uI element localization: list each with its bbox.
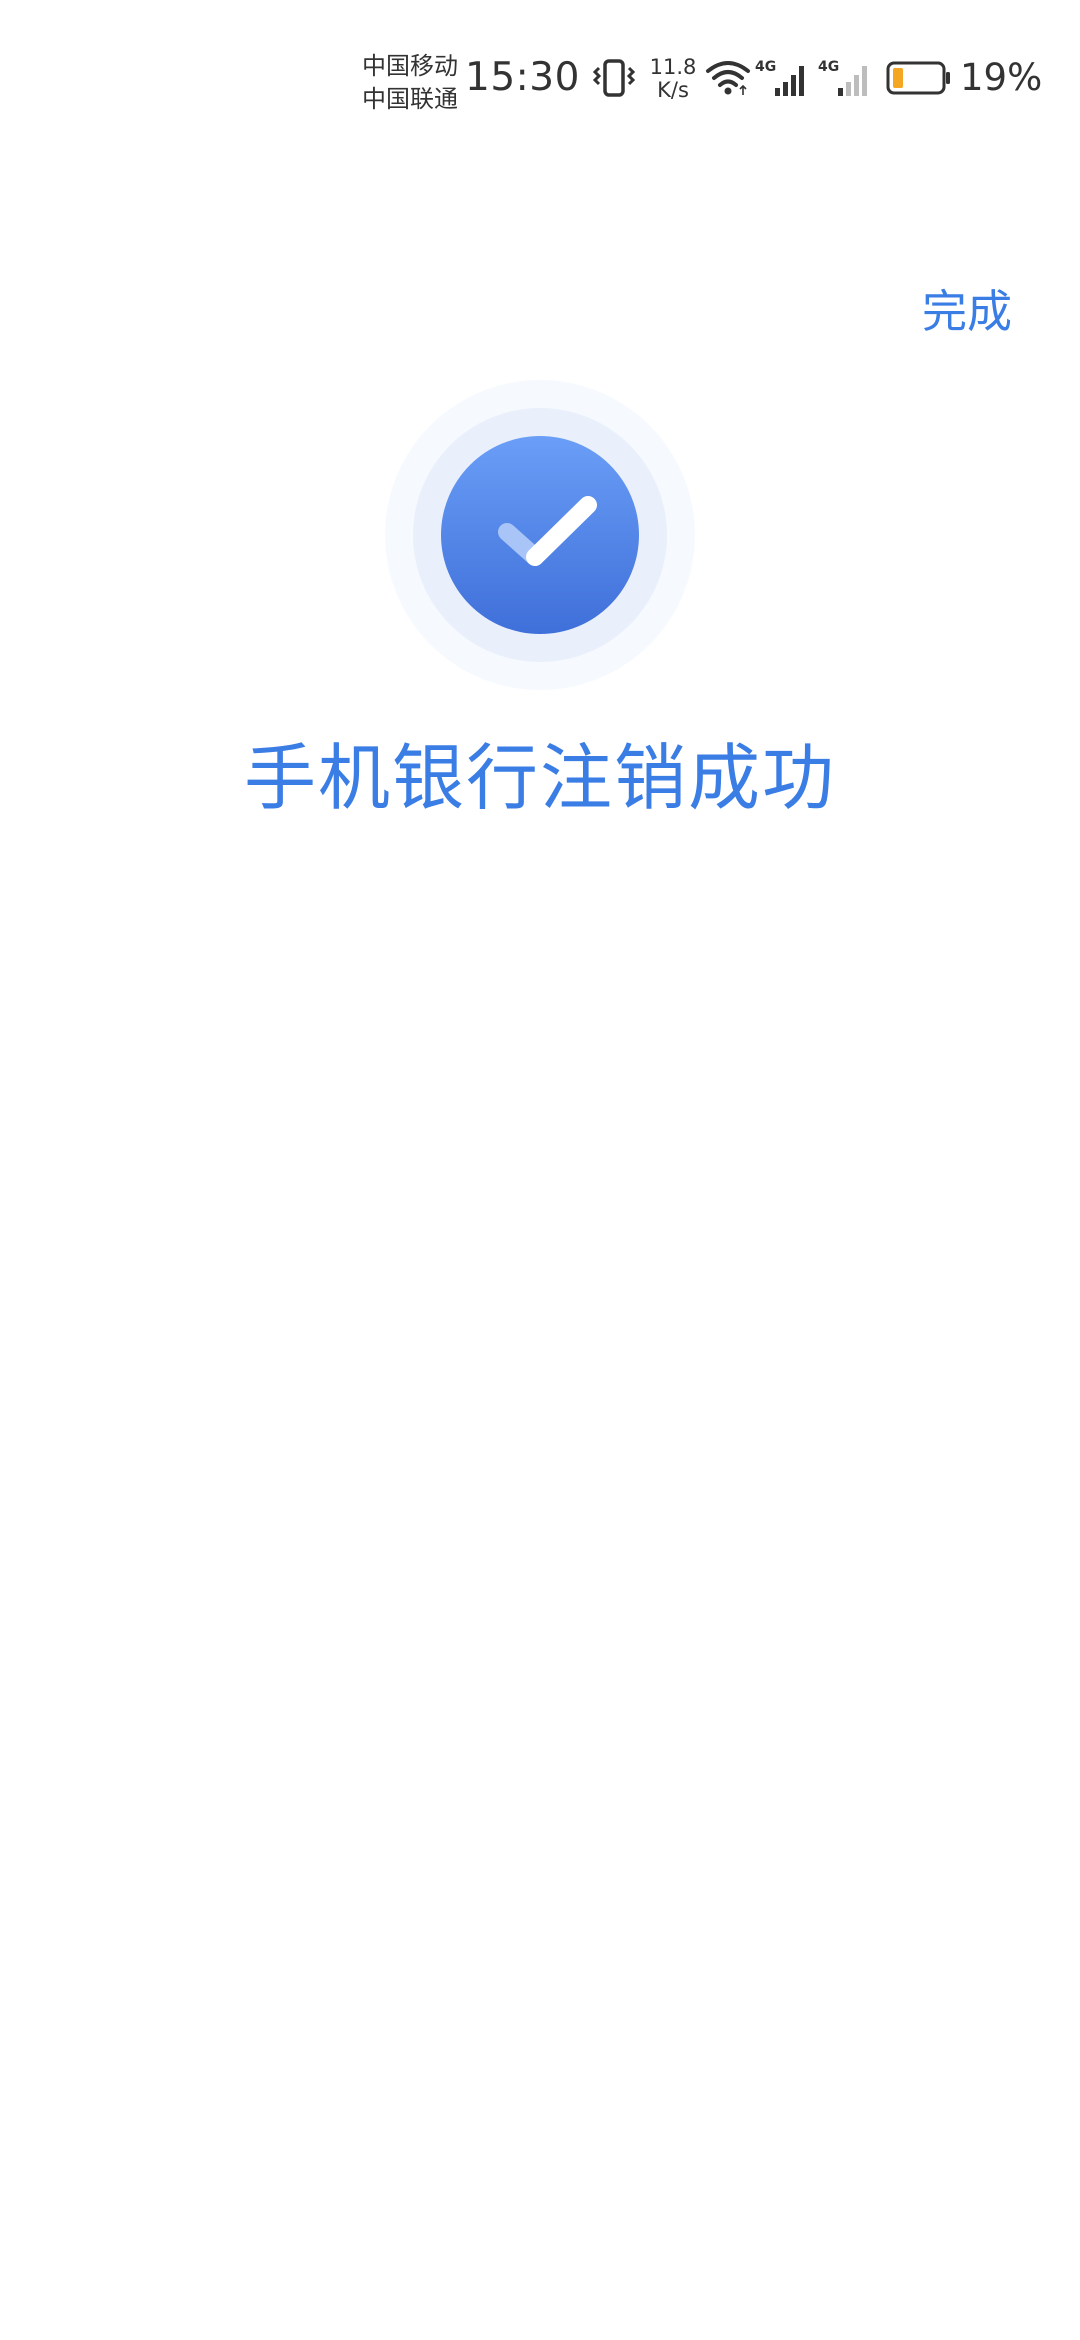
network-speed: 11.8 K/s xyxy=(645,56,701,102)
carrier-names: 中国移动 中国联通 xyxy=(362,50,472,116)
network-speed-value: 11.8 xyxy=(649,55,697,79)
cellular-signal-icon: 4G xyxy=(755,59,804,96)
status-time: 15:30 xyxy=(465,55,580,100)
network-speed-unit: K/s xyxy=(657,78,689,102)
signal-2-label: 4G xyxy=(818,59,839,75)
signal-1-label: 4G xyxy=(755,59,776,75)
success-badge xyxy=(441,436,639,634)
wifi-icon xyxy=(706,61,750,95)
carrier-2: 中国联通 xyxy=(362,85,458,113)
battery-icon xyxy=(886,61,950,95)
check-circle-icon xyxy=(385,380,695,690)
done-button[interactable]: 完成 xyxy=(922,282,1012,342)
battery-fill xyxy=(893,68,903,88)
cellular-signal-icon-2: 4G xyxy=(818,59,867,96)
status-bar: 中国移动 中国联通 15:30 11.8 K/s 4G 4G 19% xyxy=(0,0,1080,150)
carrier-1: 中国移动 xyxy=(362,52,458,80)
battery-percent: 19% xyxy=(960,56,1043,99)
vibrate-icon xyxy=(593,59,635,97)
result-title: 手机银行注销成功 xyxy=(243,736,836,820)
